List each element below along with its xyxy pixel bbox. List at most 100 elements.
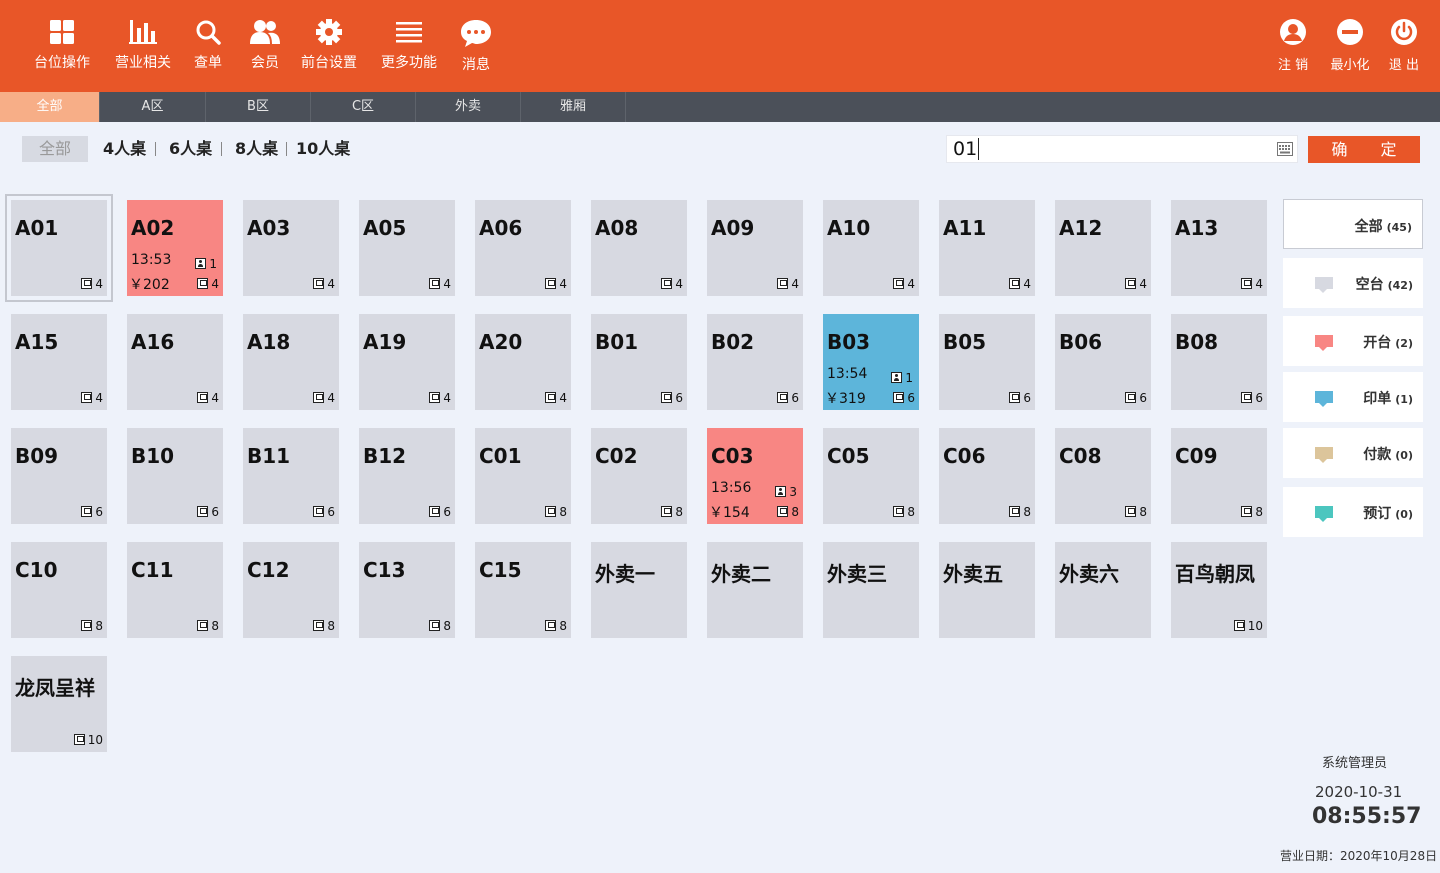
filter-8-seat[interactable]: 8人桌 <box>235 136 278 162</box>
open-time: 13:56 <box>711 480 752 496</box>
table-card[interactable]: B06 6 <box>1055 314 1151 410</box>
table-card[interactable]: C03 13:56 ￥154 3 8 <box>707 428 803 524</box>
table-card[interactable]: C06 8 <box>939 428 1035 524</box>
table-card[interactable]: A19 4 <box>359 314 455 410</box>
seat-count: 6 <box>777 391 799 405</box>
table-card[interactable]: A05 4 <box>359 200 455 296</box>
minimize-button[interactable]: 最小化 <box>1330 18 1370 73</box>
table-card[interactable]: C09 8 <box>1171 428 1267 524</box>
seat-count: 8 <box>313 619 335 633</box>
legend-label: 印单 (1) <box>1363 388 1413 408</box>
filter-4-seat[interactable]: 4人桌 <box>103 136 146 162</box>
table-card[interactable]: B10 6 <box>127 428 223 524</box>
table-card[interactable]: 百鸟朝凤 10 <box>1171 542 1267 638</box>
toolbar-search[interactable]: 查单 <box>194 18 222 72</box>
legend-filter[interactable]: 空台 (42) <box>1283 258 1423 308</box>
table-card[interactable]: B09 6 <box>11 428 107 524</box>
table-search-input[interactable]: 01 <box>946 135 1298 163</box>
legend-filter[interactable]: 开台 (2) <box>1283 316 1423 366</box>
table-card[interactable]: A13 4 <box>1171 200 1267 296</box>
table-card[interactable]: C12 8 <box>243 542 339 638</box>
toolbar-label: 台位操作 <box>34 55 90 71</box>
table-card[interactable]: B11 6 <box>243 428 339 524</box>
tab-takeout[interactable]: 外卖 <box>416 92 521 122</box>
seat-count: 8 <box>545 505 567 519</box>
table-name: 龙凤呈祥 <box>15 676 95 700</box>
table-card[interactable]: A03 4 <box>243 200 339 296</box>
table-card[interactable]: B08 6 <box>1171 314 1267 410</box>
table-card[interactable]: A08 4 <box>591 200 687 296</box>
table-card[interactable]: 外卖二 <box>707 542 803 638</box>
table-card[interactable]: B12 6 <box>359 428 455 524</box>
table-name: A06 <box>479 216 523 240</box>
table-card[interactable]: C08 8 <box>1055 428 1151 524</box>
table-card[interactable]: 外卖六 <box>1055 542 1151 638</box>
table-card[interactable]: 外卖一 <box>591 542 687 638</box>
filter-10-seat[interactable]: 10人桌 <box>296 136 350 162</box>
table-name: A19 <box>363 330 407 354</box>
legend-filter[interactable]: 付款 (0) <box>1283 428 1423 478</box>
table-card[interactable]: A01 4 <box>5 194 113 302</box>
toolbar-settings[interactable]: 前台设置 <box>301 18 357 72</box>
seat-count-value: 4 <box>1255 277 1263 291</box>
toolbar-table-ops[interactable]: 台位操作 <box>34 18 90 72</box>
legend-filter[interactable]: 全部 (45) <box>1283 199 1423 249</box>
tab-private-room[interactable]: 雅厢 <box>521 92 626 122</box>
table-card[interactable]: C10 8 <box>11 542 107 638</box>
legend-filter[interactable]: 印单 (1) <box>1283 372 1423 422</box>
legend-filter[interactable]: 预订 (0) <box>1283 487 1423 537</box>
table-card[interactable]: A15 4 <box>11 314 107 410</box>
legend-label: 开台 (2) <box>1363 332 1413 352</box>
table-card[interactable]: A11 4 <box>939 200 1035 296</box>
exit-button[interactable]: 退 出 <box>1387 18 1421 73</box>
toolbar-messages[interactable]: 消息 <box>459 18 493 74</box>
seat-icon <box>197 278 209 289</box>
table-card[interactable]: C05 8 <box>823 428 919 524</box>
toolbar-business[interactable]: 营业相关 <box>115 18 171 72</box>
seat-icon <box>1241 392 1253 403</box>
legend-label: 预订 (0) <box>1363 503 1413 523</box>
table-card[interactable]: A20 4 <box>475 314 571 410</box>
table-card[interactable]: A06 4 <box>475 200 571 296</box>
table-card[interactable]: A16 4 <box>127 314 223 410</box>
table-card[interactable]: 龙凤呈祥 10 <box>11 656 107 752</box>
seat-icon <box>81 278 93 289</box>
table-card[interactable]: A02 13:53 ￥202 1 4 <box>127 200 223 296</box>
table-card[interactable]: A18 4 <box>243 314 339 410</box>
table-card[interactable]: B02 6 <box>707 314 803 410</box>
table-card[interactable]: A09 4 <box>707 200 803 296</box>
tab-area-c[interactable]: C区 <box>311 92 416 122</box>
toolbar-more[interactable]: 更多功能 <box>381 18 437 72</box>
table-card[interactable]: C11 8 <box>127 542 223 638</box>
table-card[interactable]: A10 4 <box>823 200 919 296</box>
guest-count-value: 1 <box>905 371 913 385</box>
logout-button[interactable]: 注 销 <box>1278 18 1308 73</box>
legend-label: 全部 (45) <box>1355 216 1412 236</box>
table-card[interactable]: C15 8 <box>475 542 571 638</box>
tab-area-b[interactable]: B区 <box>206 92 311 122</box>
filter-6-seat[interactable]: 6人桌 <box>169 136 212 162</box>
toolbar-label: 会员 <box>251 55 279 71</box>
current-date: 2020-10-31 <box>1315 783 1403 801</box>
table-card[interactable]: C02 8 <box>591 428 687 524</box>
table-card[interactable]: C13 8 <box>359 542 455 638</box>
tab-all[interactable]: 全部 <box>0 92 100 122</box>
table-name: C02 <box>595 444 638 468</box>
table-card[interactable]: 外卖三 <box>823 542 919 638</box>
table-card[interactable]: A12 4 <box>1055 200 1151 296</box>
status-swatch-icon <box>1315 335 1333 351</box>
keyboard-icon[interactable] <box>1277 142 1293 156</box>
table-card[interactable]: B01 6 <box>591 314 687 410</box>
toolbar-members[interactable]: 会员 <box>248 18 282 72</box>
table-name: B01 <box>595 330 639 354</box>
tab-area-a[interactable]: A区 <box>100 92 206 122</box>
table-card[interactable]: B05 6 <box>939 314 1035 410</box>
confirm-button[interactable]: 确 定 <box>1308 136 1420 163</box>
seat-count: 4 <box>81 391 103 405</box>
filter-all[interactable]: 全部 <box>22 136 88 162</box>
table-card[interactable]: 外卖五 <box>939 542 1035 638</box>
guest-count: 1 <box>891 371 913 385</box>
table-card[interactable]: B03 13:54 ￥319 1 6 <box>823 314 919 410</box>
seat-icon <box>429 620 441 631</box>
table-card[interactable]: C01 8 <box>475 428 571 524</box>
